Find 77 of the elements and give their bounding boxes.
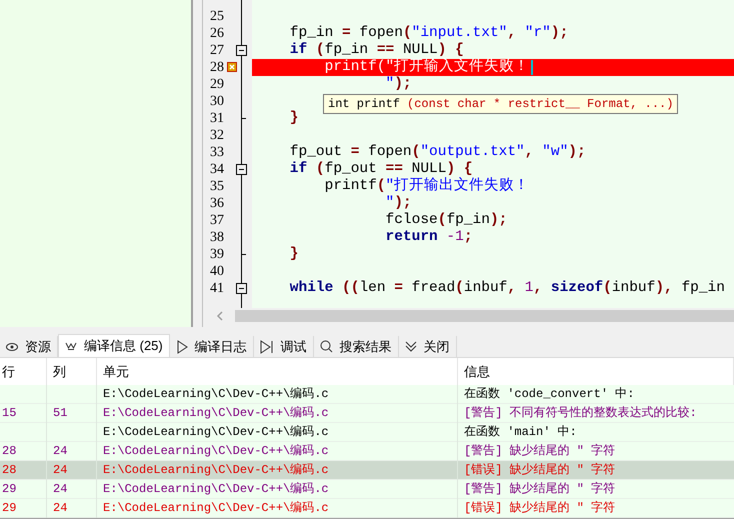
table-cell-text: 24 bbox=[53, 443, 68, 460]
line-number: 34 bbox=[210, 161, 224, 178]
table-cell-text: 在函数 'code_convert' 中: bbox=[464, 386, 634, 403]
crown-icon bbox=[65, 341, 77, 351]
column-header[interactable]: 列 bbox=[53, 362, 66, 382]
play-icon bbox=[176, 340, 188, 354]
code-line: fclose(fp_in); bbox=[384, 212, 508, 229]
table-cell-text: 28 bbox=[2, 462, 16, 479]
table-cell-text: E:\CodeLearning\C\Dev-C++\编码.c bbox=[103, 443, 329, 460]
table-cell-text: [警告] 缺少结尾的 " 字符 bbox=[464, 480, 616, 498]
table-cell-text: [警告] 不同有符号性的整数表达式的比较: bbox=[464, 405, 697, 422]
line-number: 32 bbox=[210, 127, 224, 144]
line-number: 41 bbox=[210, 280, 224, 297]
code-line: } bbox=[288, 246, 299, 263]
column-header[interactable]: 信息 bbox=[464, 362, 490, 382]
line-number: 27 bbox=[210, 42, 224, 59]
table-cell-text: E:\CodeLearning\C\Dev-C++\编码.c bbox=[103, 500, 329, 517]
column-header[interactable]: 行 bbox=[2, 362, 15, 382]
code-line: if (fp_out == NULL) { bbox=[288, 161, 473, 177]
message-row[interactable]: E:\CodeLearning\C\Dev-C++\编码.c 在函数 'code_convert' 中: bbox=[0, 385, 734, 404]
code-line: fp_in = fopen("input.txt", "r"); bbox=[288, 25, 568, 42]
table-cell-text: 51 bbox=[53, 405, 68, 422]
double-chevron-icon bbox=[404, 340, 417, 352]
table-cell-text: 15 bbox=[2, 405, 16, 422]
message-row[interactable]: 29 24 E:\CodeLearning\C\Dev-C++\编码.c [警告] 缺少结尾的 " 字符 bbox=[0, 480, 734, 499]
code-editor[interactable] bbox=[202, 0, 734, 327]
table-cell-text: E:\CodeLearning\C\Dev-C++\编码.c bbox=[103, 481, 329, 498]
table-cell-text: E:\CodeLearning\C\Dev-C++\编码.c bbox=[103, 462, 329, 479]
table-cell-text: E:\CodeLearning\C\Dev-C++\编码.c bbox=[103, 386, 329, 403]
line-number: 25 bbox=[210, 8, 224, 25]
table-cell-text: E:\CodeLearning\C\Dev-C++\编码.c bbox=[103, 424, 329, 441]
line-number: 39 bbox=[210, 246, 224, 263]
line-number: 33 bbox=[210, 144, 224, 161]
message-row[interactable]: 28 24 E:\CodeLearning\C\Dev-C++\编码.c [警告] 缺少结尾的 " 字符 bbox=[0, 442, 734, 461]
code-line: return -1; bbox=[384, 229, 473, 246]
table-cell-text: 29 bbox=[2, 500, 16, 517]
line-number: 28 bbox=[210, 59, 224, 76]
code-line: } bbox=[288, 110, 299, 127]
table-cell-text: 24 bbox=[53, 481, 68, 498]
line-number: 30 bbox=[210, 93, 224, 110]
line-number: 37 bbox=[210, 212, 224, 229]
table-cell-text: E:\CodeLearning\C\Dev-C++\编码.c bbox=[103, 405, 329, 422]
message-row[interactable]: E:\CodeLearning\C\Dev-C++\编码.c 在函数 'main' 中: bbox=[0, 423, 734, 442]
message-row[interactable]: 29 24 E:\CodeLearning\C\Dev-C++\编码.c [错误] 缺少结尾的 " 字符 bbox=[0, 499, 734, 518]
table-cell-text: 29 bbox=[2, 481, 16, 498]
column-header[interactable]: 单元 bbox=[103, 362, 129, 382]
step-icon bbox=[260, 340, 274, 354]
scrollbar-thumb[interactable] bbox=[234, 310, 734, 322]
table-cell-text: [警告] 缺少结尾的 " 字符 bbox=[464, 442, 616, 460]
search-icon bbox=[320, 340, 333, 353]
table-cell-text: 在函数 'main' 中: bbox=[464, 424, 577, 441]
line-number: 36 bbox=[210, 195, 224, 212]
eye-icon bbox=[6, 342, 18, 352]
code-line: "); bbox=[384, 76, 412, 93]
fold-collapse-icon[interactable] bbox=[236, 283, 247, 294]
line-number: 26 bbox=[210, 25, 224, 42]
fold-collapse-icon[interactable] bbox=[236, 45, 247, 56]
table-cell-text: [错误] 缺少结尾的 " 字符 bbox=[464, 500, 616, 517]
code-line: "); bbox=[384, 195, 412, 212]
table-cell-text: 24 bbox=[53, 500, 68, 517]
fold-collapse-icon[interactable] bbox=[236, 164, 247, 175]
panel-tab[interactable]: 编译信息 (25) bbox=[58, 334, 170, 357]
signature-tooltip: int printf (const char * restrict__ Format, ...) bbox=[323, 94, 678, 114]
line-number: 35 bbox=[210, 178, 224, 195]
line-number: 40 bbox=[210, 263, 224, 280]
table-cell-text: 28 bbox=[2, 443, 16, 460]
code-line: fp_out = fopen("output.txt", "w"); bbox=[288, 144, 586, 161]
code-line: if (fp_in == NULL) { bbox=[288, 42, 464, 58]
table-cell-text: [错误] 缺少结尾的 " 字符 bbox=[464, 462, 616, 479]
line-number: 31 bbox=[210, 110, 224, 127]
code-line: while ((len = fread(inbuf, 1, sizeof(inbuf), fp_in bbox=[288, 280, 725, 297]
message-row[interactable]: 15 51 E:\CodeLearning\C\Dev-C++\编码.c [警告] 不同有符号性的整数表达式的比较: bbox=[0, 404, 734, 423]
line-number: 38 bbox=[210, 229, 224, 246]
code-line: printf("打开输出文件失败！ bbox=[324, 178, 530, 195]
line-number: 29 bbox=[210, 76, 224, 93]
code-line: printf("打开输入文件失败！ bbox=[324, 59, 530, 76]
table-cell-text: 24 bbox=[53, 462, 68, 479]
